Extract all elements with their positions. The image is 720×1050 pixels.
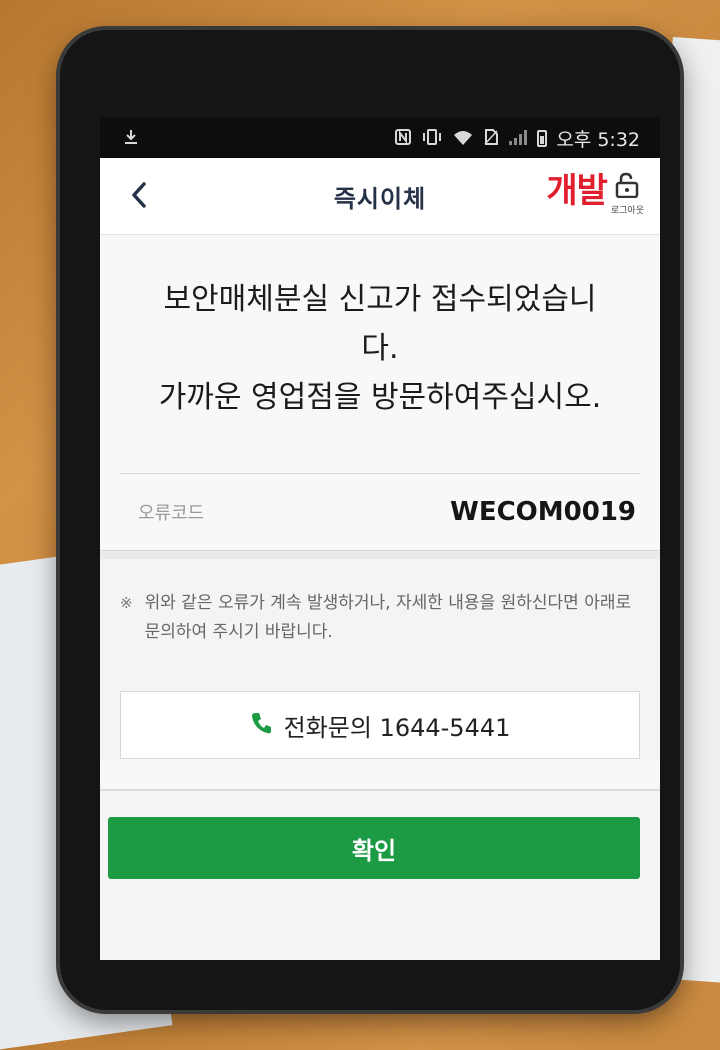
brand-label: 개발 xyxy=(546,171,608,211)
status-bar: 오후 5:32 xyxy=(100,118,660,158)
wifi-icon xyxy=(452,128,474,149)
confirm-button[interactable]: 확인 xyxy=(108,817,640,879)
note-mark: ※ xyxy=(120,594,133,612)
logout-button[interactable]: 개발 로그아웃 xyxy=(546,170,644,216)
status-right: 오후 5:32 xyxy=(394,125,640,152)
error-message: 보안매체분실 신고가 접수되었습니 다. 가까운 영업점을 방문하여주십시오. xyxy=(158,282,602,415)
phone-inquiry-label: 전화문의 1644-5441 xyxy=(283,713,511,742)
logout-label: 로그아웃 xyxy=(610,206,644,216)
message-area: 보안매체분실 신고가 접수되었습니 다. 가까운 영업점을 방문하여주십시오. xyxy=(100,235,660,473)
back-arrow-icon[interactable] xyxy=(124,178,154,212)
confirm-label: 확인 xyxy=(351,836,397,865)
logout-box: 로그아웃 xyxy=(611,172,644,216)
download-icon xyxy=(122,128,140,149)
content-area: 보안매체분실 신고가 접수되었습니 다. 가까운 영업점을 방문하여주십시오. … xyxy=(100,235,660,960)
note-area: ※ 위와 같은 오류가 계속 발생하거나, 자세한 내용을 원하신다면 아래로 … xyxy=(100,559,660,691)
nfc-icon xyxy=(394,128,412,149)
signal-icon xyxy=(508,128,528,149)
error-code-row: 오류코드 WECOM0019 xyxy=(120,473,640,550)
phone-icon xyxy=(250,711,272,739)
section-divider xyxy=(100,550,660,559)
note-text: 위와 같은 오류가 계속 발생하거나, 자세한 내용을 원하신다면 아래로 문의… xyxy=(144,593,632,642)
phone-button-wrapper: 전화문의 1644-5441 xyxy=(100,691,660,759)
error-code-label: 오류코드 xyxy=(138,503,205,524)
vibrate-icon xyxy=(421,128,443,149)
phone-inquiry-button[interactable]: 전화문의 1644-5441 xyxy=(120,691,640,759)
phone-screen: 오후 5:32 즉시이체 개발 로그아웃 보안매체분실 신고가 접수되었습니 다… xyxy=(100,118,660,960)
battery-icon xyxy=(537,129,548,147)
app-header: 즉시이체 개발 로그아웃 xyxy=(100,158,660,235)
error-code-value: WECOM0019 xyxy=(450,497,636,527)
status-time: 오후 5:32 xyxy=(556,128,640,151)
unlock-icon xyxy=(614,172,640,202)
confirm-area: 확인 xyxy=(100,791,660,960)
no-sim-icon xyxy=(483,128,499,149)
status-left xyxy=(122,128,140,149)
